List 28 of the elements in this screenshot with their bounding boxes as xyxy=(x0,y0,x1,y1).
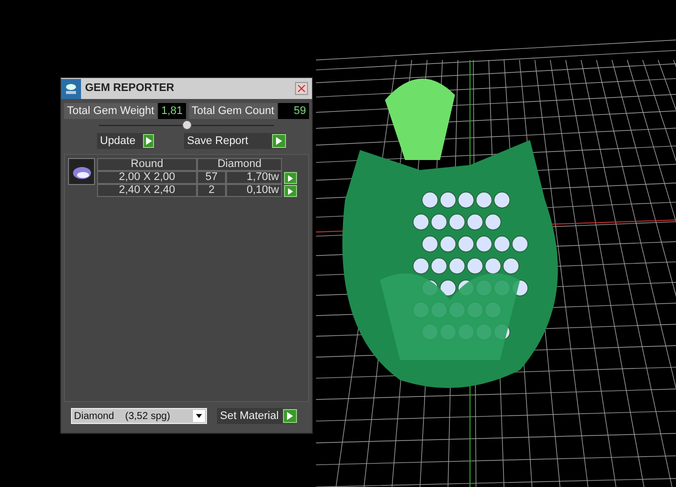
material-dropdown[interactable]: Diamond (3,52 spg) xyxy=(71,408,207,424)
total-value: 59 xyxy=(278,103,309,119)
set-material-button[interactable]: Set Material xyxy=(217,408,297,424)
gem-thumbnail-icon xyxy=(68,158,95,185)
triangle-icon xyxy=(276,137,282,145)
close-icon xyxy=(298,85,305,92)
total-value: 1,81 xyxy=(158,103,186,119)
total-label: Total Gem Weight xyxy=(64,103,158,119)
slider-thumb[interactable] xyxy=(182,120,192,130)
column-header: Diamond xyxy=(197,158,282,171)
app-logo-icon xyxy=(61,78,81,98)
caret-icon xyxy=(193,410,205,422)
action-button[interactable]: Update xyxy=(97,133,154,149)
row-action-button[interactable] xyxy=(284,185,297,197)
column-header: Round xyxy=(97,158,197,171)
total-label: Total Gem Count xyxy=(188,103,278,119)
table-cell: 2 xyxy=(197,184,226,197)
close-button[interactable] xyxy=(295,82,308,95)
table-cell: 1,70tw xyxy=(226,171,282,184)
table-cell: 57 xyxy=(197,171,226,184)
triangle-icon xyxy=(146,137,152,145)
window-title: GEM REPORTER xyxy=(85,81,176,96)
triangle-icon xyxy=(287,412,293,420)
table-cell: 0,10tw xyxy=(226,184,282,197)
row-action-button[interactable] xyxy=(284,172,297,184)
table-cell: 2,40 X 2,40 xyxy=(97,184,197,197)
table-cell: 2,00 X 2,00 xyxy=(97,171,197,184)
action-button[interactable]: Save Report xyxy=(184,133,286,149)
